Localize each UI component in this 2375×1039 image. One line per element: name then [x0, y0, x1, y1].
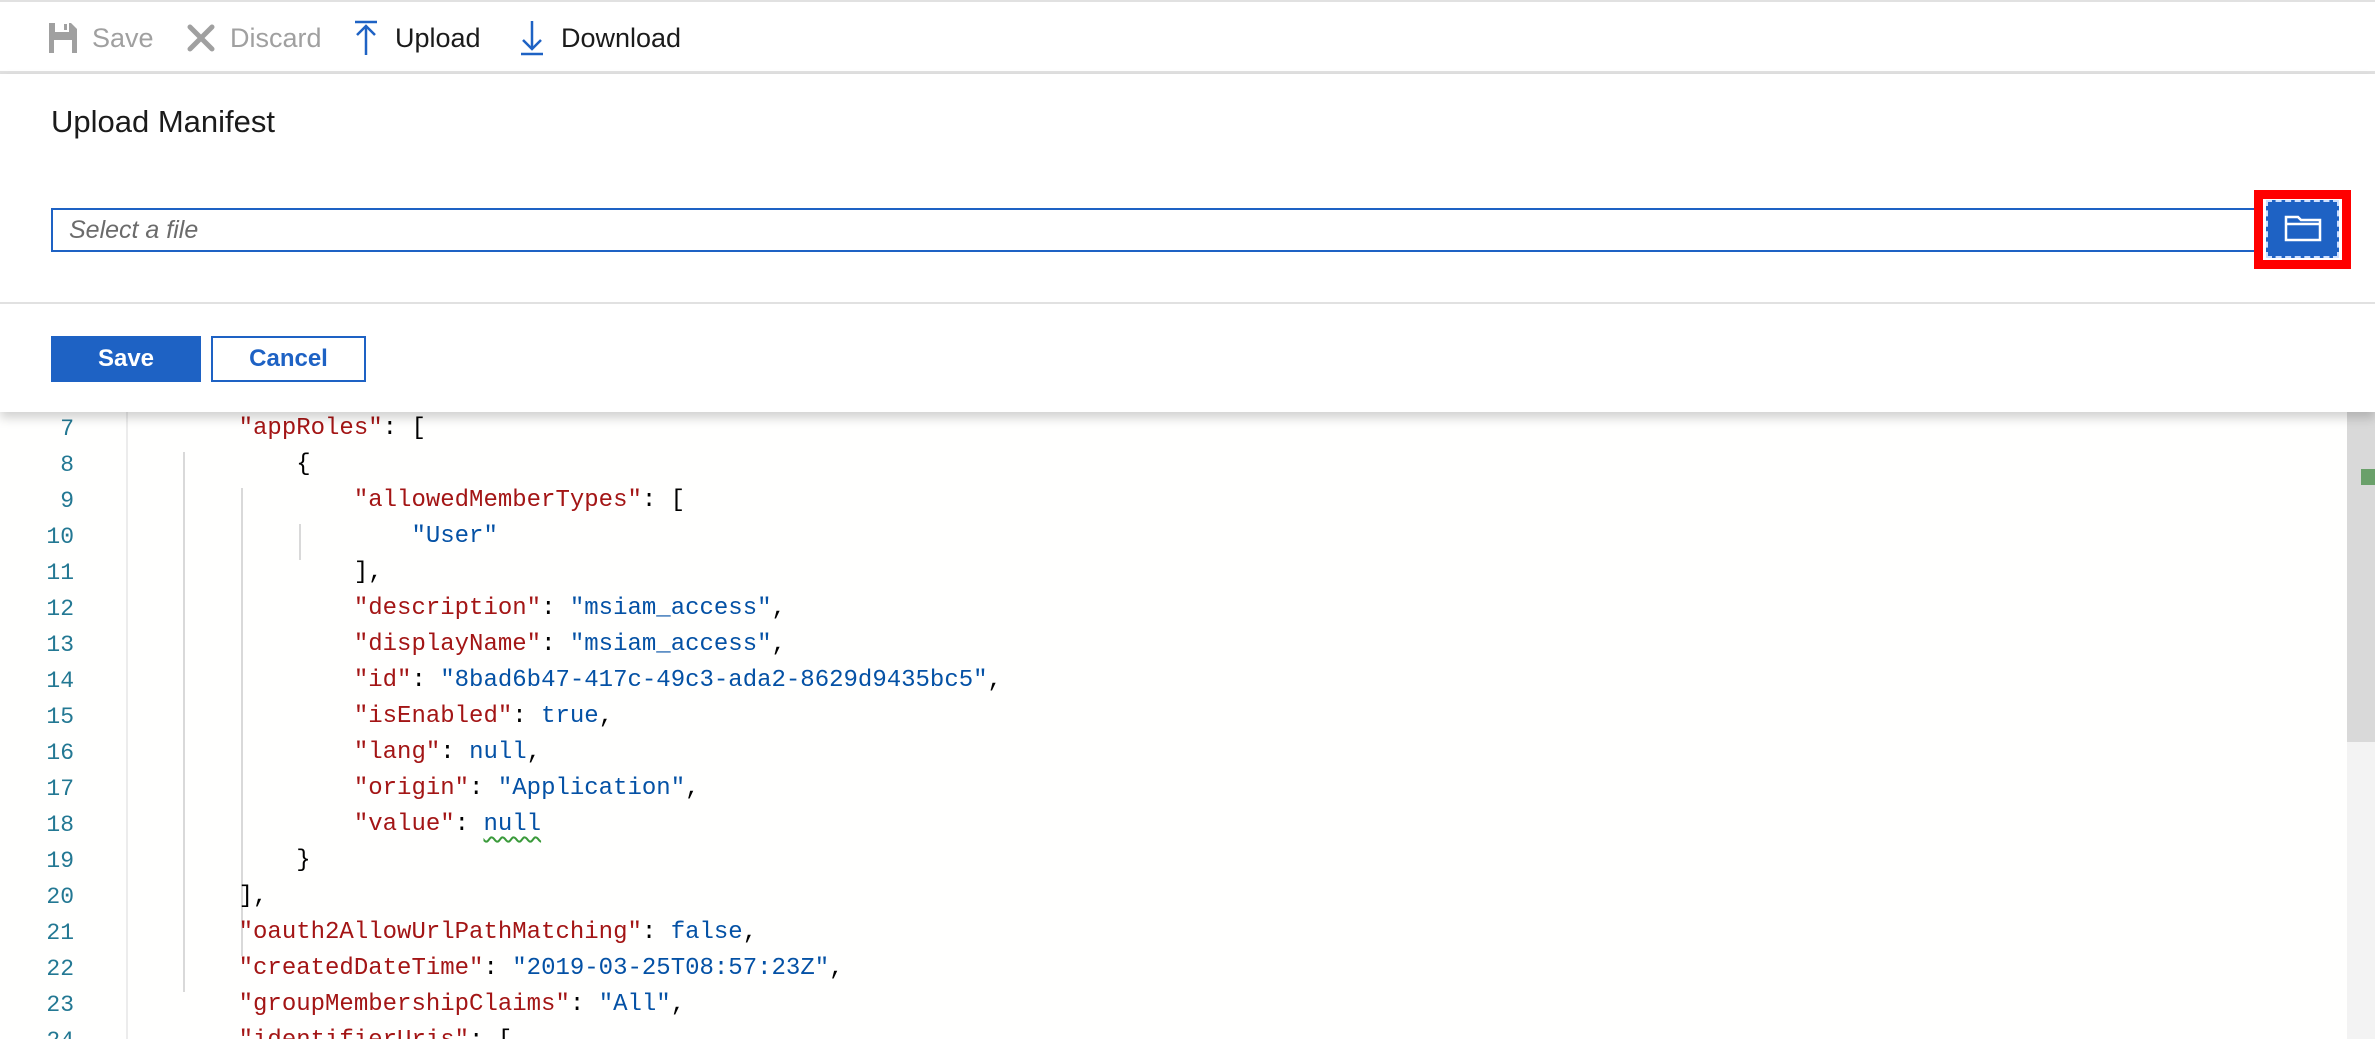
line-number: 10: [46, 524, 74, 550]
panel-divider: [0, 302, 2375, 304]
line-number: 17: [46, 776, 74, 802]
command-bar: Save Discard Upload Download: [0, 0, 2375, 74]
line-number: 18: [46, 812, 74, 838]
upload-icon: [349, 18, 383, 58]
code-line: "User": [411, 523, 498, 550]
code-line: ],: [181, 883, 268, 910]
code-line: {: [181, 451, 311, 478]
code-line: "description": "msiam_access",: [353, 595, 786, 622]
code-line: }: [181, 847, 311, 874]
code-line: "id": "8bad6b47-417c-49c3-ada2-8629d9435…: [353, 667, 1002, 694]
line-number: 15: [46, 704, 74, 730]
line-number: 7: [60, 416, 74, 442]
line-number: 19: [46, 848, 74, 874]
code-line: "createdDateTime": "2019-03-25T08:57:23Z…: [238, 955, 844, 982]
file-select-placeholder: Select a file: [69, 215, 199, 244]
line-number: 13: [46, 632, 74, 658]
code-line: "oauth2AllowUrlPathMatching": false,: [238, 919, 758, 946]
code-line: "value": null: [353, 811, 542, 838]
line-number: 9: [60, 488, 74, 514]
file-select-input[interactable]: Select a file: [51, 208, 2266, 252]
manifest-code-editor[interactable]: 7 8 9 10 11 12 13 14 15 16 17 18 19 20 2…: [0, 412, 2375, 1039]
line-number: 12: [46, 596, 74, 622]
save-icon: [46, 18, 80, 58]
gutter-divider: [126, 412, 128, 1039]
line-number: 21: [46, 920, 74, 946]
code-line: "isEnabled": true,: [353, 703, 614, 730]
toolbar-download-label: Download: [561, 22, 682, 53]
toolbar-upload-button[interactable]: Upload: [349, 2, 481, 74]
toolbar-save-label: Save: [92, 22, 154, 53]
code-line: "allowedMemberTypes": [: [353, 487, 686, 514]
toolbar-save-button[interactable]: Save: [46, 2, 154, 74]
code-line: ],: [181, 559, 383, 586]
line-number: 22: [46, 956, 74, 982]
code-line: "identifierUris": [: [181, 1027, 513, 1039]
toolbar-discard-button[interactable]: Discard: [184, 2, 322, 74]
editor-scrollbar[interactable]: [2347, 412, 2375, 1039]
browse-file-button[interactable]: [2266, 200, 2339, 258]
toolbar-upload-label: Upload: [395, 22, 481, 53]
code-line: "lang": null,: [353, 739, 542, 766]
discard-icon: [184, 18, 218, 58]
line-number: 11: [46, 560, 74, 586]
line-number: 24: [0, 1028, 74, 1039]
toolbar-download-button[interactable]: Download: [515, 2, 681, 74]
upload-manifest-panel: Upload Manifest Select a file Save Cance…: [0, 74, 2375, 412]
code-line: "origin": "Application",: [353, 775, 700, 802]
line-number: 14: [46, 668, 74, 694]
code-line: "appRoles": [: [238, 415, 426, 442]
line-number: 20: [46, 884, 74, 910]
overview-ruler-marker: [2361, 469, 2375, 485]
line-number: 23: [46, 992, 74, 1018]
download-icon: [515, 18, 549, 58]
panel-title: Upload Manifest: [51, 104, 276, 139]
cancel-button[interactable]: Cancel: [211, 336, 366, 382]
code-line: "displayName": "msiam_access",: [353, 631, 786, 658]
code-line: "groupMembershipClaims": "All",: [238, 991, 686, 1018]
folder-icon: [2284, 212, 2322, 247]
line-number: 16: [46, 740, 74, 766]
line-number: 8: [60, 452, 74, 478]
toolbar-discard-label: Discard: [230, 22, 322, 53]
scrollbar-thumb[interactable]: [2347, 412, 2375, 742]
save-button[interactable]: Save: [51, 336, 201, 382]
